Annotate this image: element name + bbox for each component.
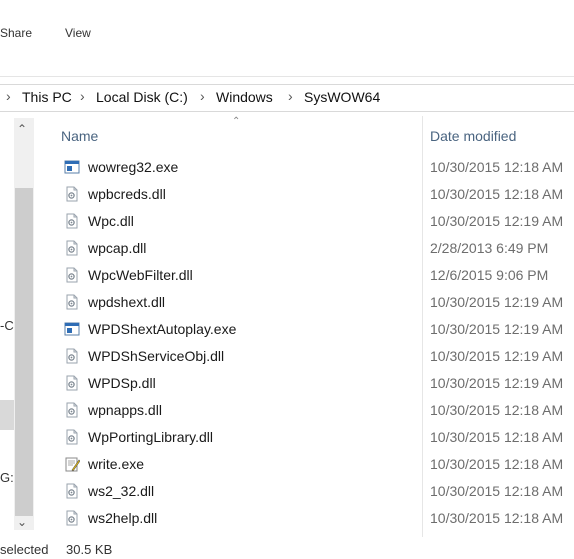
dll-gear-icon: [64, 375, 80, 391]
tab-view[interactable]: View: [65, 26, 91, 40]
write-app-icon: [64, 456, 81, 472]
file-row[interactable]: WPDSp.dll 10/30/2015 12:19 AM: [56, 370, 574, 397]
file-name[interactable]: WpcWebFilter.dll: [88, 267, 193, 283]
column-header-name[interactable]: Name: [61, 128, 98, 144]
file-date-modified: 10/30/2015 12:18 AM: [430, 456, 564, 472]
dll-gear-icon: [64, 294, 80, 310]
file-name[interactable]: WPDSp.dll: [88, 375, 156, 391]
dll-gear-icon: [64, 348, 80, 364]
file-row[interactable]: wpdshext.dll 10/30/2015 12:19 AM: [56, 289, 574, 316]
file-name[interactable]: write.exe: [88, 456, 144, 472]
file-date-modified: 10/30/2015 12:19 AM: [430, 294, 564, 310]
dll-gear-icon: [64, 483, 80, 499]
file-row[interactable]: wowreg32.exe 10/30/2015 12:18 AM: [56, 154, 574, 181]
ribbon: Share View: [0, 0, 574, 49]
nav-scrollbar-thumb[interactable]: [15, 188, 33, 516]
file-row[interactable]: ws2help.dll 10/30/2015 12:18 AM: [56, 505, 574, 532]
chevron-right-icon: ›: [6, 88, 11, 104]
file-name[interactable]: WPDShextAutoplay.exe: [88, 321, 236, 337]
dll-gear-icon: [64, 267, 80, 283]
file-row[interactable]: wpcap.dll 2/28/2013 6:49 PM: [56, 235, 574, 262]
file-date-modified: 10/30/2015 12:18 AM: [430, 483, 564, 499]
dll-gear-icon: [64, 429, 80, 445]
chevron-right-icon[interactable]: ›: [288, 88, 293, 104]
file-name[interactable]: WpPortingLibrary.dll: [88, 429, 213, 445]
status-size-text: 30.5 KB: [66, 542, 113, 557]
file-date-modified: 10/30/2015 12:19 AM: [430, 375, 564, 391]
file-date-modified: 10/30/2015 12:18 AM: [430, 186, 564, 202]
file-row[interactable]: Wpc.dll 10/30/2015 12:19 AM: [56, 208, 574, 235]
nav-selected-item[interactable]: [0, 400, 14, 430]
file-date-modified: 12/6/2015 9:06 PM: [430, 267, 549, 283]
file-row[interactable]: wpnapps.dll 10/30/2015 12:18 AM: [56, 397, 574, 424]
file-name[interactable]: WPDShServiceObj.dll: [88, 348, 224, 364]
file-date-modified: 10/30/2015 12:18 AM: [430, 510, 564, 526]
file-date-modified: 10/30/2015 12:19 AM: [430, 213, 564, 229]
chevron-right-icon[interactable]: ›: [200, 88, 205, 104]
file-date-modified: 10/30/2015 12:18 AM: [430, 429, 564, 445]
scroll-down-icon[interactable]: ⌄: [17, 515, 27, 529]
file-row[interactable]: write.exe 10/30/2015 12:18 AM: [56, 451, 574, 478]
exe-window-icon: [64, 159, 80, 175]
breadcrumb-this-pc[interactable]: This PC: [22, 89, 72, 105]
file-name[interactable]: wpcap.dll: [88, 240, 146, 256]
file-name[interactable]: Wpc.dll: [88, 213, 134, 229]
breadcrumb-windows[interactable]: Windows: [216, 89, 273, 105]
status-bar: selected 30.5 KB: [0, 537, 574, 559]
scroll-up-icon[interactable]: ⌃: [17, 122, 27, 136]
file-date-modified: 10/30/2015 12:18 AM: [430, 402, 564, 418]
file-name[interactable]: wpbcreds.dll: [88, 186, 166, 202]
file-row[interactable]: WPDShextAutoplay.exe 10/30/2015 12:19 AM: [56, 316, 574, 343]
dll-gear-icon: [64, 186, 80, 202]
exe-window-icon: [64, 321, 80, 337]
file-name[interactable]: ws2_32.dll: [88, 483, 154, 499]
address-bar[interactable]: › This PC › Local Disk (C:) › Windows › …: [0, 84, 574, 112]
sort-ascending-icon: ⌃: [232, 116, 241, 127]
file-date-modified: 2/28/2013 6:49 PM: [430, 240, 549, 256]
dll-gear-icon: [64, 402, 80, 418]
file-row[interactable]: wpbcreds.dll 10/30/2015 12:18 AM: [56, 181, 574, 208]
file-row[interactable]: WPDShServiceObj.dll 10/30/2015 12:19 AM: [56, 343, 574, 370]
nav-item-label[interactable]: -C: [0, 318, 14, 333]
file-row[interactable]: WpPortingLibrary.dll 10/30/2015 12:18 AM: [56, 424, 574, 451]
ribbon-collapsed-area: [0, 48, 574, 77]
file-name[interactable]: wpnapps.dll: [88, 402, 162, 418]
breadcrumb-local-disk[interactable]: Local Disk (C:): [96, 89, 188, 105]
file-name[interactable]: wpdshext.dll: [88, 294, 165, 310]
dll-gear-icon: [64, 240, 80, 256]
breadcrumb-syswow64[interactable]: SysWOW64: [304, 89, 380, 105]
file-row[interactable]: WpcWebFilter.dll 12/6/2015 9:06 PM: [56, 262, 574, 289]
file-name[interactable]: wowreg32.exe: [88, 159, 178, 175]
chevron-right-icon[interactable]: ›: [80, 88, 85, 104]
file-date-modified: 10/30/2015 12:19 AM: [430, 321, 564, 337]
tab-share[interactable]: Share: [0, 26, 32, 40]
file-name[interactable]: ws2help.dll: [88, 510, 157, 526]
file-date-modified: 10/30/2015 12:19 AM: [430, 348, 564, 364]
column-header-date-modified[interactable]: Date modified: [430, 128, 516, 144]
file-date-modified: 10/30/2015 12:18 AM: [430, 159, 564, 175]
dll-gear-icon: [64, 510, 80, 526]
status-selected-text: selected: [0, 542, 49, 557]
dll-gear-icon: [64, 213, 80, 229]
file-row[interactable]: ws2_32.dll 10/30/2015 12:18 AM: [56, 478, 574, 505]
